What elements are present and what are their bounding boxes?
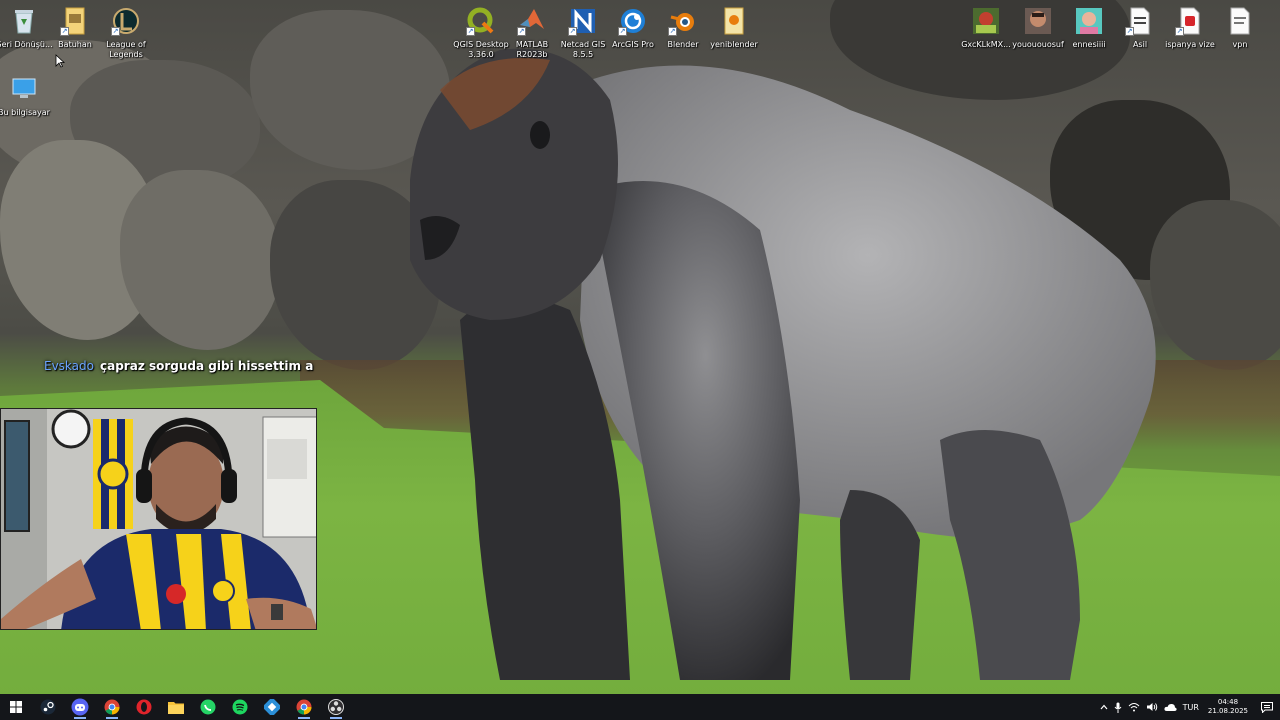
shortcut-arrow-icon: ↗	[517, 27, 526, 36]
shortcut-arrow-icon: ↗	[668, 27, 677, 36]
chrome-icon	[296, 699, 312, 715]
speaker-icon	[1146, 703, 1157, 711]
taskbar-chrome[interactable]	[96, 694, 128, 720]
blender-icon: ↗	[668, 6, 698, 36]
taskbar-steam[interactable]	[32, 694, 64, 720]
vpn-icon	[264, 699, 280, 715]
arcgis-icon: ↗	[618, 6, 648, 36]
desktop-icon-this-pc[interactable]: Bu bilgisayar	[0, 74, 54, 118]
document-icon: ↗	[1125, 6, 1155, 36]
taskbar-obs[interactable]	[320, 694, 352, 720]
this-pc-icon	[9, 74, 39, 104]
start-button[interactable]	[0, 694, 32, 720]
webcam-overlay	[0, 408, 317, 630]
shortcut-arrow-icon: ↗	[111, 27, 120, 36]
image-file-icon	[1074, 6, 1104, 36]
mouse-cursor-icon	[55, 54, 65, 68]
chrome-icon	[104, 699, 120, 715]
shortcut-arrow-icon: ↗	[568, 27, 577, 36]
rock	[120, 170, 280, 350]
cloud-icon	[1164, 703, 1177, 711]
shortcut-arrow-icon: ↗	[1125, 27, 1134, 36]
folder-icon: ↗	[60, 6, 90, 36]
windows-icon	[10, 701, 22, 713]
folder-icon	[719, 6, 749, 36]
image-file-icon	[971, 6, 1001, 36]
taskbar-clock[interactable]: 04:48 21.08.2025	[1202, 698, 1254, 716]
discord-icon	[71, 698, 89, 716]
shortcut-arrow-icon: ↗	[466, 27, 475, 36]
webcam-feed-image	[1, 409, 316, 629]
desktop-icon-gxcklkmx[interactable]: GxcKLkMX...	[956, 6, 1016, 50]
gorilla-image	[410, 48, 1156, 680]
qgis-icon: ↗	[466, 6, 496, 36]
obs-icon	[328, 699, 344, 715]
taskbar-opera[interactable]	[128, 694, 160, 720]
taskbar-chrome-profile[interactable]	[288, 694, 320, 720]
notification-icon	[1261, 701, 1273, 713]
spotify-icon	[232, 699, 248, 715]
input-language-button[interactable]: TUR	[1180, 694, 1202, 720]
stream-chat-message: Evskado çapraz sorguda gibi hissettim a	[44, 359, 313, 373]
folder-icon	[168, 702, 184, 714]
pdf-file-icon: ↗	[1175, 6, 1205, 36]
microphone-tray-button[interactable]	[1111, 694, 1125, 720]
desktop-icon-label: Bu bilgisayar	[0, 108, 50, 117]
chevron-up-icon	[1100, 704, 1108, 710]
desktop-icon-vpn[interactable]: vpn	[1210, 6, 1270, 50]
microphone-icon	[1114, 702, 1121, 713]
taskbar-vpn[interactable]	[256, 694, 288, 720]
desktop-icon-label: vpn	[1232, 40, 1248, 49]
shortcut-arrow-icon: ↗	[618, 27, 627, 36]
steam-icon	[40, 699, 56, 715]
taskbar-file-explorer[interactable]	[160, 694, 192, 720]
taskbar: TUR 04:48 21.08.2025	[0, 694, 1280, 720]
desktop-icon-label: yeniblender	[710, 40, 758, 49]
chat-username: Evskado	[44, 359, 94, 373]
clock-time: 04:48	[1217, 698, 1239, 706]
recycle-bin-icon	[9, 6, 39, 36]
show-hidden-icons-button[interactable]	[1097, 694, 1111, 720]
whatsapp-icon	[200, 699, 216, 715]
wifi-icon	[1128, 703, 1139, 712]
taskbar-discord[interactable]	[64, 694, 96, 720]
desktop-icon-yeniblender[interactable]: yeniblender	[704, 6, 764, 50]
system-tray: TUR 04:48 21.08.2025	[1097, 694, 1280, 720]
clock-date: 21.08.2025	[1207, 707, 1248, 715]
desktop-icon-label: League of Legends	[106, 40, 146, 59]
netcad-icon: ↗	[568, 6, 598, 36]
desktop-icon-league-of-legends[interactable]: ↗ League of Legends	[96, 6, 156, 60]
opera-icon	[136, 699, 152, 715]
league-of-legends-icon: ↗	[111, 6, 141, 36]
taskbar-whatsapp[interactable]	[192, 694, 224, 720]
onedrive-tray-button[interactable]	[1161, 694, 1180, 720]
chat-message-text: çapraz sorguda gibi hissettim a	[100, 359, 314, 373]
notifications-button[interactable]	[1254, 694, 1280, 720]
shortcut-arrow-icon: ↗	[1175, 27, 1184, 36]
matlab-icon: ↗	[517, 6, 547, 36]
desktop-icon-label: GxcKLkMX...	[961, 40, 1011, 49]
volume-tray-button[interactable]	[1143, 694, 1161, 720]
document-icon	[1225, 6, 1255, 36]
shortcut-arrow-icon: ↗	[60, 27, 69, 36]
image-file-icon	[1023, 6, 1053, 36]
taskbar-spotify[interactable]	[224, 694, 256, 720]
network-tray-button[interactable]	[1125, 694, 1143, 720]
